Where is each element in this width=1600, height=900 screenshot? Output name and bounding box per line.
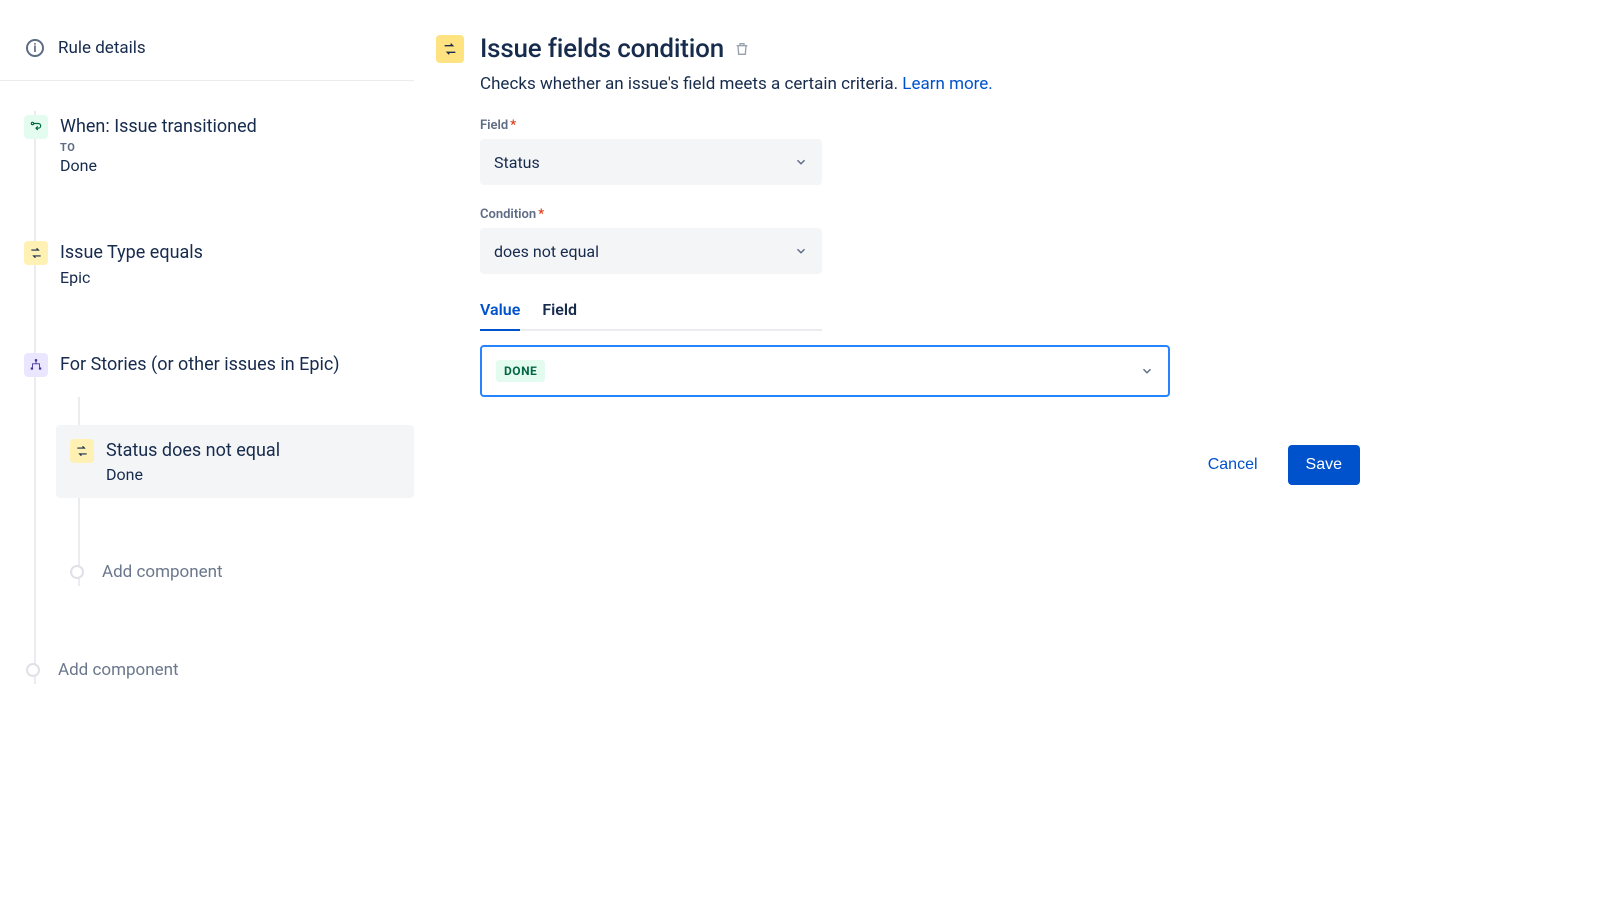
learn-more-link[interactable]: Learn more. [902,74,993,94]
add-component-outer[interactable]: Add component [26,656,414,684]
tab-value[interactable]: Value [480,296,520,329]
cancel-button[interactable]: Cancel [1190,445,1276,485]
condition-icon [24,241,48,265]
condition-value: Epic [60,268,400,287]
tab-field[interactable]: Field [542,296,577,329]
condition-title: Issue Type equals [60,241,400,265]
trigger-value: Done [60,156,400,175]
branch-condition-title: Status does not equal [106,439,400,463]
add-component-label: Add component [58,660,179,680]
field-label: Field* [480,118,1314,133]
add-component-label: Add component [102,562,223,582]
description: Checks whether an issue's field meets a … [480,74,1314,94]
info-icon: i [26,39,44,57]
value-lozenge: DONE [496,360,545,382]
condition-header-icon [436,35,464,63]
chevron-down-icon [1140,364,1154,378]
branch-title: For Stories (or other issues in Epic) [60,353,400,377]
rule-tree: When: Issue transitioned TO Done Issue T… [0,81,414,684]
trigger-node[interactable]: When: Issue transitioned TO Done [0,109,414,193]
add-dot-icon [26,663,40,677]
save-button[interactable]: Save [1288,445,1360,485]
rule-details-label: Rule details [58,38,146,58]
rule-sidebar: i Rule details When: Issue transitioned … [0,0,414,900]
condition-select-value: does not equal [494,242,599,261]
transition-icon [24,115,48,139]
value-field-tabs: Value Field [480,296,822,331]
condition-label: Condition* [480,207,1314,222]
branch-condition-node-selected[interactable]: Status does not equal Done [56,425,414,498]
main-panel: Issue fields condition Checks whether an… [414,0,1314,900]
add-component-inner[interactable]: Add component [70,558,414,586]
trigger-title: When: Issue transitioned [60,115,400,139]
value-select[interactable]: DONE [480,345,1170,397]
tree-connector [34,111,36,684]
rule-details-header[interactable]: i Rule details [0,38,414,81]
field-select-value: Status [494,153,540,172]
condition-select[interactable]: does not equal [480,228,822,274]
chevron-down-icon [794,155,808,169]
field-select[interactable]: Status [480,139,822,185]
condition-issuetype-node[interactable]: Issue Type equals Epic [0,235,414,304]
branch-children: Status does not equal Done Add component [56,397,414,586]
add-dot-icon [70,565,84,579]
branch-node[interactable]: For Stories (or other issues in Epic) [0,347,414,397]
branch-condition-value: Done [106,465,400,484]
branch-icon [24,353,48,377]
page-title: Issue fields condition [480,34,724,64]
condition-icon [70,439,94,463]
trash-icon[interactable] [734,41,750,57]
trigger-sublabel: TO [60,141,400,154]
chevron-down-icon [794,244,808,258]
